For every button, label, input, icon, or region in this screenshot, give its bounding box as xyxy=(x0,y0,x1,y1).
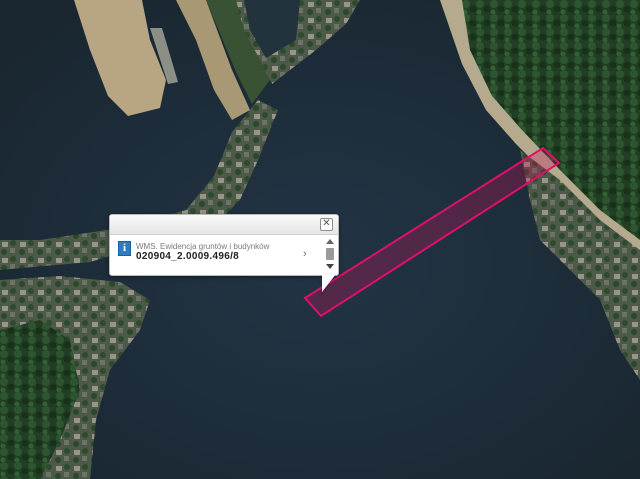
parcel-id-link[interactable]: 020904_2.0009.496/8 xyxy=(136,251,239,262)
scroll-up-icon[interactable] xyxy=(326,239,334,244)
feature-info-popup: ✕ i WMS. Ewidencja gruntów i budynków 02… xyxy=(109,214,339,276)
info-icon: i xyxy=(118,241,131,256)
popup-header: ✕ xyxy=(110,215,338,235)
layer-name: WMS. Ewidencja gruntów i budynków xyxy=(136,242,270,251)
close-icon[interactable]: ✕ xyxy=(320,218,333,231)
chevron-right-icon[interactable]: › xyxy=(303,248,307,260)
popup-scrollbar[interactable] xyxy=(325,237,335,270)
popup-pointer xyxy=(322,274,336,292)
scroll-down-icon[interactable] xyxy=(326,264,334,269)
scroll-thumb[interactable] xyxy=(326,248,334,260)
